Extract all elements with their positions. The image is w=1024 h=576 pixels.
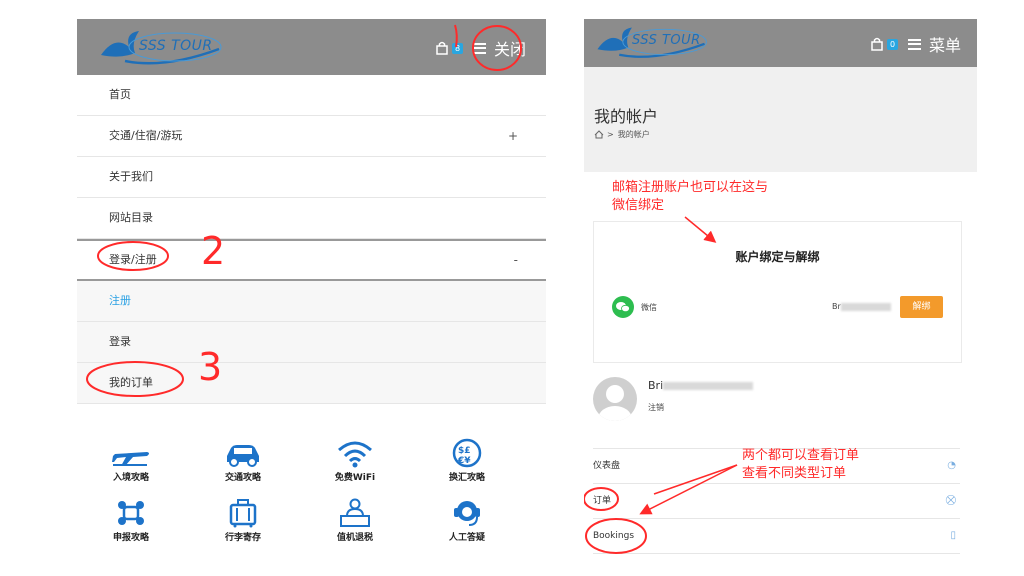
binding-title: 账户绑定与解绑	[735, 250, 820, 264]
nav-subitem-register[interactable]: 注册	[77, 281, 546, 322]
annotation-email-binding-note: 邮箱注册账户也可以在这与 微信绑定	[612, 179, 768, 215]
menu-button[interactable]: 菜单	[929, 32, 961, 56]
hamburger-icon[interactable]	[472, 42, 486, 54]
site-header: SSS TOUR 8 关闭	[77, 19, 546, 75]
quick-link-declaration-guide[interactable]: 申报攻略	[91, 498, 171, 543]
left-mobile-screen: SSS TOUR 8 关闭 首页 交通/住宿/游玩 + 关于我们 网站目录 登录/…	[77, 19, 546, 559]
shopping-bag-icon[interactable]	[869, 36, 885, 52]
quick-link-label: 申报攻略	[112, 533, 149, 543]
annotation-line: 邮箱注册账户也可以在这与	[612, 180, 769, 195]
cart-count-badge: 8	[451, 42, 463, 54]
quick-link-label: 入境攻略	[112, 473, 149, 483]
avatar[interactable]	[593, 377, 637, 421]
annotation-line: 查看不同类型订单	[742, 466, 847, 481]
quick-link-customer-service[interactable]: 人工答疑	[427, 498, 507, 543]
nav-item-label: 网站目录	[109, 211, 153, 224]
quick-link-currency-exchange[interactable]: $£ €¥ 换汇攻略	[427, 438, 507, 483]
user-name-prefix: Bri	[648, 379, 664, 392]
nav-item-label: 注册	[109, 294, 131, 307]
hamburger-icon[interactable]	[907, 38, 921, 50]
quick-link-label: 人工答疑	[448, 533, 485, 543]
car-icon	[227, 445, 259, 467]
wifi-icon	[338, 441, 372, 468]
quick-links-grid: 入境攻略 交通攻略 免费WiFi $£ €¥ 换汇攻略 申报攻略 行李寄存 值机…	[77, 434, 546, 559]
nav-item-about[interactable]: 关于我们	[77, 157, 546, 198]
header-actions: 0 菜单	[869, 32, 961, 56]
nav-item-home[interactable]: 首页	[77, 75, 546, 116]
page-title: 我的帐户	[594, 107, 659, 126]
dashboard-icon: ◔	[947, 460, 956, 471]
svg-text:$£: $£	[458, 446, 471, 456]
expand-toggle[interactable]: +	[508, 116, 518, 156]
quick-link-label: 值机退税	[336, 533, 373, 543]
nav-item-label: 我的订单	[109, 376, 153, 389]
customer-service-icon	[454, 501, 480, 526]
currency-exchange-icon: $£ €¥	[452, 438, 482, 468]
nav-item-label: 交通/住宿/游玩	[109, 129, 183, 142]
account-nav-orders[interactable]: 订单 ⛒	[593, 483, 960, 518]
quick-link-label: 免费WiFi	[334, 473, 376, 483]
svg-text:€¥: €¥	[457, 456, 471, 466]
right-mobile-screen: SSS TOUR 0 菜单 我的帐户 > 我的帐户 邮箱注册账户也可以在这与 微…	[584, 19, 977, 559]
page-title-area: 我的帐户 > 我的帐户	[584, 67, 977, 172]
breadcrumb-current: 我的帐户	[617, 130, 650, 139]
site-header: SSS TOUR 0 菜单	[584, 19, 977, 67]
account-nav-label: 订单	[593, 496, 612, 506]
annotation-orders-note: 两个都可以查看订单 查看不同类型订单	[742, 447, 859, 483]
document-icon: ▯	[950, 530, 956, 541]
logo-text: SSS TOUR	[632, 33, 701, 48]
home-icon[interactable]	[594, 130, 604, 139]
nav-subitem-login[interactable]: 登录	[77, 322, 546, 363]
redacted-text	[663, 382, 754, 390]
site-logo[interactable]: SSS TOUR	[95, 25, 225, 69]
account-name-prefix: Br	[832, 302, 841, 311]
declaration-icon	[118, 501, 144, 525]
quick-link-label: 交通攻略	[224, 473, 261, 483]
bound-account-name: Br	[832, 302, 891, 311]
nav-item-label: 登录	[109, 335, 131, 348]
quick-link-label: 换汇攻略	[448, 473, 485, 483]
quick-link-label: 行李寄存	[224, 533, 261, 543]
account-nav-bookings[interactable]: Bookings ▯	[593, 518, 960, 554]
wechat-icon	[612, 296, 634, 318]
cart-count-badge: 0	[886, 38, 898, 50]
breadcrumb: > 我的帐户	[594, 129, 654, 140]
annotation-step-2: 2	[201, 229, 226, 273]
close-menu-button[interactable]: 关闭	[494, 36, 526, 60]
account-nav-label: Bookings	[593, 531, 635, 541]
nav-subitem-my-orders[interactable]: 我的订单	[77, 363, 546, 404]
shopping-bag-icon[interactable]	[434, 40, 450, 56]
checkin-desk-icon	[340, 498, 370, 527]
site-logo[interactable]: SSS TOUR	[592, 22, 710, 62]
luggage-icon	[229, 499, 257, 528]
unbind-button[interactable]: 解绑	[900, 296, 943, 318]
nav-item-label: 登录/注册	[109, 253, 157, 266]
account-nav-label: 仪表盘	[593, 461, 621, 471]
breadcrumb-separator: >	[607, 130, 614, 139]
nav-menu: 首页 交通/住宿/游玩 + 关于我们 网站目录 登录/注册 - 注册 登录 我的订单	[77, 75, 546, 404]
annotation-line: 两个都可以查看订单	[742, 448, 860, 463]
nav-item-sitemap[interactable]: 网站目录	[77, 198, 546, 239]
quick-link-transport-guide[interactable]: 交通攻略	[203, 438, 283, 483]
nav-item-label: 关于我们	[109, 170, 153, 183]
redacted-text	[840, 302, 891, 311]
quick-link-luggage-storage[interactable]: 行李寄存	[203, 498, 283, 543]
quick-link-checkin-tax-refund[interactable]: 值机退税	[315, 498, 395, 543]
airplane-icon	[112, 452, 149, 466]
binding-platform-label: 微信	[641, 303, 657, 312]
user-display-name: Bri	[648, 379, 754, 392]
account-binding-card: 账户绑定与解绑 微信 Br 解绑	[593, 221, 962, 363]
nav-item-label: 首页	[109, 88, 131, 101]
nav-item-login-register[interactable]: 登录/注册 -	[77, 239, 546, 281]
quick-link-entry-guide[interactable]: 入境攻略	[91, 438, 171, 483]
header-actions: 8 关闭	[434, 36, 526, 60]
logout-link[interactable]: 注销	[648, 402, 664, 413]
collapse-toggle[interactable]: -	[514, 241, 518, 279]
logo-text: SSS TOUR	[139, 38, 213, 54]
quick-link-free-wifi[interactable]: 免费WiFi	[315, 438, 395, 483]
annotation-step-3: 3	[198, 345, 223, 389]
nav-item-transport[interactable]: 交通/住宿/游玩 +	[77, 116, 546, 157]
cart-icon: ⛒	[945, 495, 956, 506]
annotation-line: 微信绑定	[612, 198, 665, 213]
